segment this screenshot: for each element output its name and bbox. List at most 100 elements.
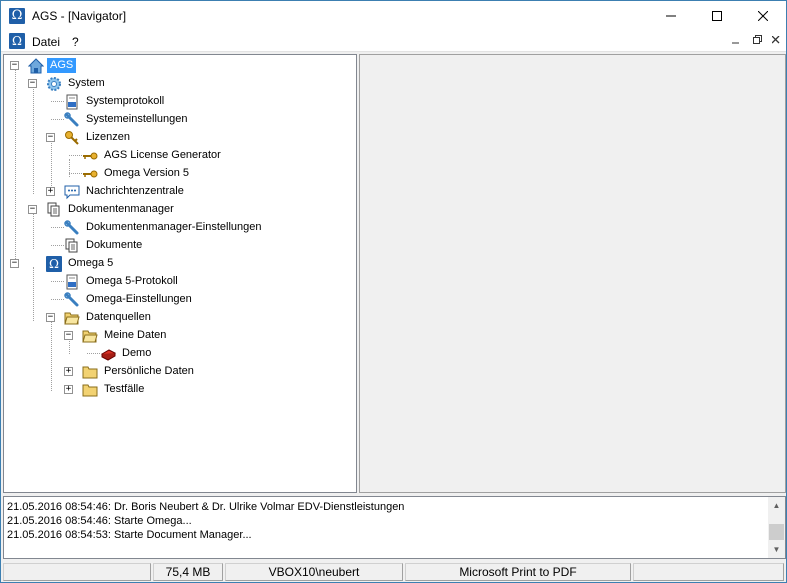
mdi-minimize-button[interactable] (728, 34, 744, 49)
tree-label-meine-daten: Meine Daten (104, 329, 167, 341)
collapse-toggle[interactable]: − (10, 259, 19, 268)
tree-label-omega5-protokoll: Omega 5-Protokoll (86, 275, 178, 287)
tree-node-meine-daten[interactable]: − Meine Daten (4, 327, 204, 345)
minimize-button[interactable] (648, 1, 694, 31)
window-title: AGS - [Navigator] (32, 9, 127, 23)
scroll-up-arrow-icon[interactable]: ▲ (768, 497, 785, 514)
tree-node-systemprotokoll[interactable]: Systemprotokoll (4, 93, 204, 111)
tree-node-omega5-protokoll[interactable]: Omega 5-Protokoll (4, 273, 204, 291)
tree-label-dokumentenmanager: Dokumentenmanager (68, 203, 174, 215)
open-folder-icon (64, 312, 80, 325)
tree-label-systemeinstellungen: Systemeinstellungen (86, 113, 188, 125)
log-document-icon (66, 274, 78, 290)
tree-node-dokumentenmanager[interactable]: − Dokumentenmanager (4, 201, 204, 219)
collapse-toggle[interactable]: − (28, 79, 37, 88)
collapse-toggle[interactable]: − (46, 133, 55, 142)
expand-toggle[interactable]: + (64, 385, 73, 394)
status-printer: Microsoft Print to PDF (405, 563, 631, 581)
tree-node-lizenzen[interactable]: − Lizenzen (4, 129, 204, 147)
tree-label-omega-version: Omega Version 5 (104, 167, 189, 179)
log-line: 21.05.2016 08:54:46: Starte Omega... (7, 515, 192, 527)
tree-node-ags[interactable]: − AGS (4, 57, 124, 75)
restore-icon (752, 35, 762, 44)
tree-label-testfaelle: Testfälle (104, 383, 145, 395)
mdi-close-button[interactable] (768, 34, 784, 49)
status-bar: 75,4 MB VBOX10\neubert Microsoft Print t… (1, 561, 786, 582)
gear-icon (47, 77, 61, 91)
tree-label-dokumentenmanager-einstellungen: Dokumentenmanager-Einstellungen (86, 221, 262, 233)
tree-node-dokumentenmanager-einstellungen[interactable]: Dokumentenmanager-Einstellungen (4, 219, 274, 237)
tree-label-omega-einstellungen: Omega-Einstellungen (86, 293, 192, 305)
database-icon (100, 349, 116, 361)
key-icon (83, 152, 98, 160)
minimize-icon (666, 15, 676, 17)
collapse-toggle[interactable]: − (28, 205, 37, 214)
menu-help[interactable]: ? (72, 35, 79, 49)
tree-node-demo[interactable]: Demo (4, 345, 204, 363)
scroll-thumb[interactable] (769, 524, 784, 540)
title-bar: Ω AGS - [Navigator] (1, 1, 786, 31)
tree-node-datenquellen[interactable]: − Datenquellen (4, 309, 204, 327)
tree-label-license-generator: AGS License Generator (104, 149, 221, 161)
tree-node-nachrichtenzentrale[interactable]: + Nachrichtenzentrale (4, 183, 204, 201)
status-extra (633, 563, 784, 581)
expand-toggle[interactable]: + (64, 367, 73, 376)
tree-label-system: System (68, 77, 105, 89)
tree-label-persoenliche-daten: Persönliche Daten (104, 365, 194, 377)
menu-bar: Ω Datei ? (1, 31, 786, 52)
documents-icon (47, 202, 60, 217)
log-document-icon (66, 94, 78, 110)
maximize-button[interactable] (694, 1, 740, 31)
tree-node-omega-einstellungen[interactable]: Omega-Einstellungen (4, 291, 204, 309)
documents-icon (65, 238, 78, 253)
minimize-icon (732, 42, 739, 44)
omega-app-icon: Ω (46, 256, 62, 272)
collapse-toggle[interactable]: − (64, 331, 73, 340)
message-bubble-icon (64, 185, 80, 200)
log-scrollbar[interactable]: ▲ ▼ (768, 497, 785, 558)
status-memory: 75,4 MB (153, 563, 223, 581)
tree-node-testfaelle[interactable]: + Testfälle (4, 381, 204, 399)
keys-icon (65, 131, 79, 145)
collapse-toggle[interactable]: − (46, 313, 55, 322)
tree-label-dokumente: Dokumente (86, 239, 143, 251)
key-icon (83, 170, 98, 178)
scroll-down-arrow-icon[interactable]: ▼ (768, 541, 785, 558)
expand-toggle[interactable]: + (46, 187, 55, 196)
log-output[interactable]: 21.05.2016 08:54:46: Dr. Boris Neubert &… (3, 496, 786, 559)
tree-label-omega5: Omega 5 (68, 257, 114, 269)
log-line: 21.05.2016 08:54:53: Starte Document Man… (7, 529, 252, 541)
app-window: Ω AGS - [Navigator] Ω Datei ? − AGS − Sy… (0, 0, 787, 583)
folder-icon (82, 384, 98, 397)
folder-icon (82, 366, 98, 379)
tree-label-datenquellen: Datenquellen (86, 311, 151, 323)
mdi-restore-button[interactable] (749, 34, 765, 49)
mdi-omega-icon[interactable]: Ω (9, 33, 25, 49)
log-line: 21.05.2016 08:54:46: Dr. Boris Neubert &… (7, 501, 405, 513)
wrench-icon (64, 112, 79, 127)
close-button[interactable] (740, 1, 786, 31)
tree-label-ags: AGS (47, 58, 77, 73)
tree-node-dokumente[interactable]: Dokumente (4, 237, 204, 255)
maximize-icon (712, 11, 722, 21)
tree-node-omega5[interactable]: − Ω Omega 5 (4, 255, 204, 273)
tree-label-systemprotokoll: Systemprotokoll (86, 95, 165, 107)
tree-node-systemeinstellungen[interactable]: Systemeinstellungen (4, 111, 204, 129)
open-folder-icon (82, 330, 98, 343)
status-empty (3, 563, 151, 581)
tree-node-license-generator[interactable]: AGS License Generator (4, 147, 244, 165)
wrench-icon (64, 220, 79, 235)
status-user: VBOX10\neubert (225, 563, 403, 581)
content-pane (359, 54, 786, 493)
omega-app-icon[interactable]: Ω (9, 8, 25, 24)
tree-node-omega-version[interactable]: Omega Version 5 (4, 165, 244, 183)
tree-label-nachrichtenzentrale: Nachrichtenzentrale (86, 185, 184, 197)
menu-datei[interactable]: Datei (32, 35, 60, 49)
home-icon (28, 58, 44, 74)
collapse-toggle[interactable]: − (10, 61, 19, 70)
wrench-icon (64, 292, 79, 307)
close-icon (758, 11, 768, 21)
tree-node-system[interactable]: − System (4, 75, 124, 93)
tree-node-persoenliche-daten[interactable]: + Persönliche Daten (4, 363, 204, 381)
navigator-tree[interactable]: − AGS − System Systemprotokoll Systemein… (3, 54, 357, 493)
